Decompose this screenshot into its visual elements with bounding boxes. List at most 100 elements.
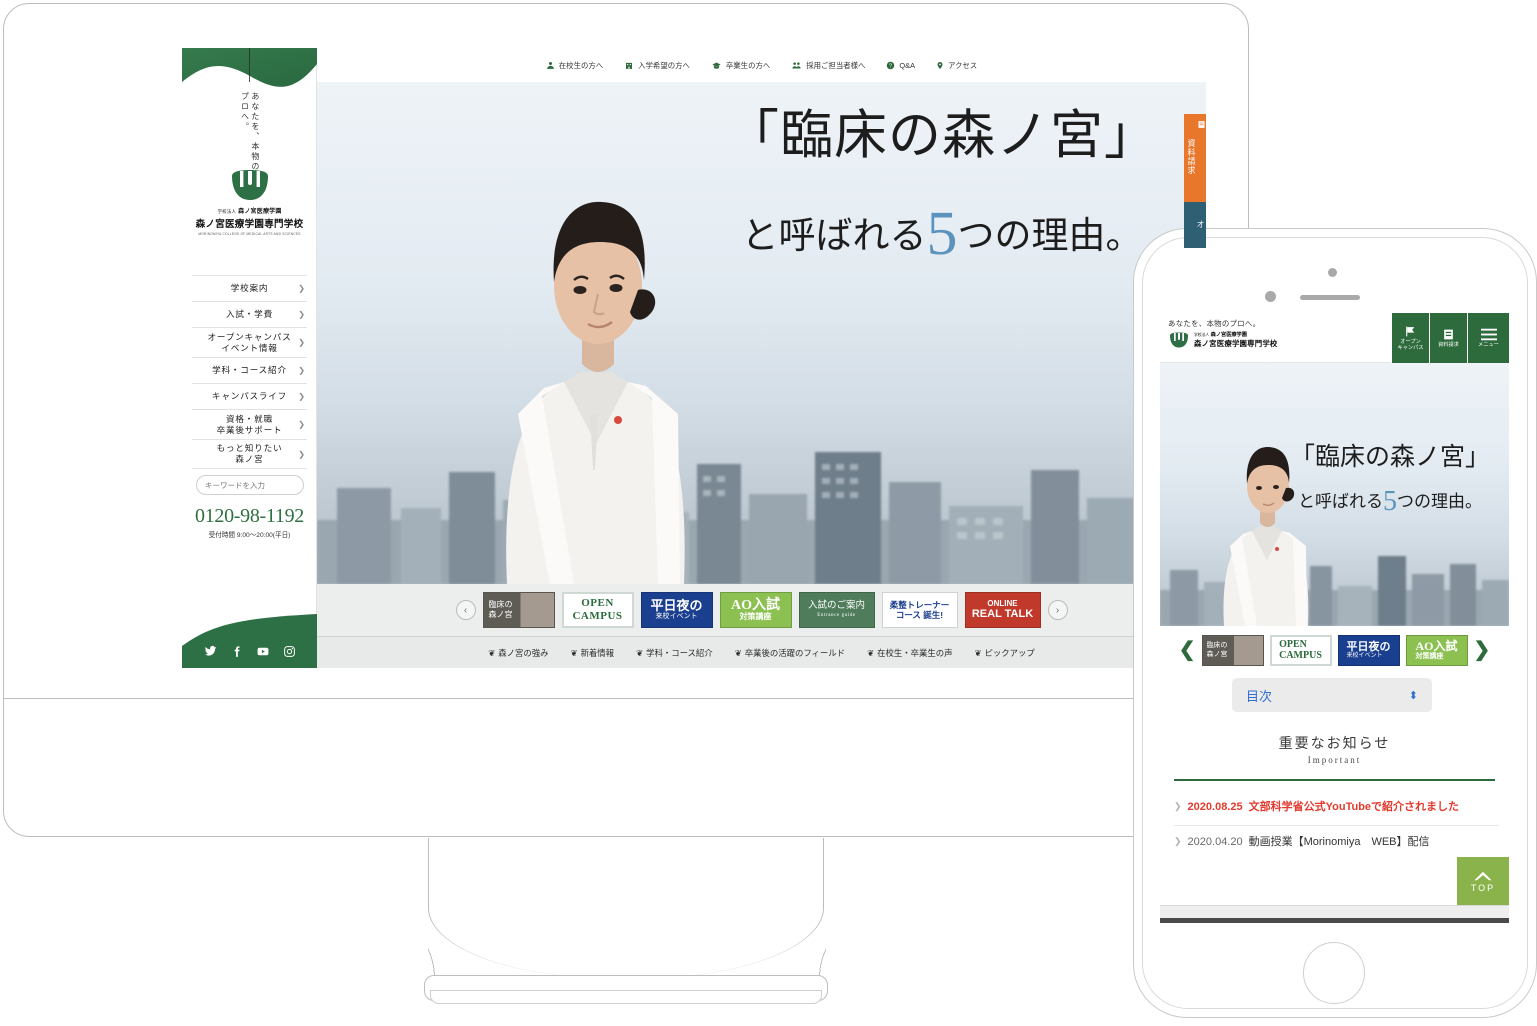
footer-nav-item-career-field[interactable]: ❦ 卒業後の活躍のフィールド	[735, 647, 845, 659]
carousel-next-button[interactable]: ›	[1047, 600, 1068, 620]
sidebar-search[interactable]	[196, 475, 304, 495]
utility-item-qa[interactable]: ? Q&A	[886, 61, 915, 70]
footer-nav-item-courses[interactable]: ❦ 学科・コース紹介	[636, 647, 713, 659]
mobile-top-label: TOP	[1470, 882, 1496, 893]
graduation-cap-icon	[712, 62, 721, 69]
mobile-banner-heijitsu-yoru[interactable]: 平日夜の 来校イベント	[1337, 634, 1400, 666]
mobile-news-text: 動画授業【Morinomiya WEB】配信	[1248, 835, 1430, 848]
mobile-scroll-indicator[interactable]	[1160, 918, 1509, 923]
sidebar-social-links	[182, 645, 317, 658]
footer-nav-item-news[interactable]: ❦ 新着情報	[571, 647, 615, 659]
banner-line2: コース 誕生!	[895, 610, 944, 620]
instagram-icon[interactable]	[283, 645, 296, 658]
chevron-right-icon: ❯	[298, 449, 305, 459]
telephone-number[interactable]: 0120-98-1192	[182, 505, 317, 528]
banner-open-campus[interactable]: OPEN CAMPUS	[561, 592, 634, 628]
footer-nav-label: 新着情報	[580, 648, 615, 658]
mobile-important-divider	[1174, 779, 1495, 781]
carousel-prev-button[interactable]: ‹	[455, 600, 476, 620]
mobile-banner-line2: 来校イベント	[1346, 652, 1383, 659]
sidebar-item-school-guide[interactable]: 学校案内 ❯	[192, 275, 307, 301]
mobile-logo-row: 学校法人 森ノ宮医療学園 森ノ宮医療学園専門学校	[1168, 331, 1391, 349]
telephone-hours: 受付時間 9:00〜20:00(平日)	[208, 532, 291, 539]
logo-english-name: MORINOMIYA COLLEGE OF MEDICAL ARTS AND S…	[198, 232, 301, 236]
banner-rinsho[interactable]: 臨床の 森ノ宮	[482, 592, 555, 628]
mobile-button-label: メニュー	[1478, 341, 1499, 348]
footer-nav-label: ピックアップ	[984, 648, 1035, 658]
mobile-banner-line1: AO入試	[1415, 638, 1458, 653]
mobile-brand[interactable]: あなたを、本物のプロへ。 学校法人 森ノ宮医療学園 森ノ宮医療学園専門学校	[1160, 313, 1391, 362]
desktop-sidebar: あなたを、本物のプロへ。 学校法人 森ノ宮医療学園 森ノ宮医療学園専門学校 MO…	[182, 48, 317, 668]
side-tab-open-campus[interactable]: オ	[1184, 202, 1206, 248]
chevron-right-icon: ❯	[298, 392, 305, 401]
sidebar-item-courses[interactable]: 学科・コース紹介 ❯	[192, 357, 307, 383]
mobile-banner-line2: 森ノ宮	[1206, 650, 1228, 658]
sidebar-item-career-support[interactable]: 資格・就職 卒業後サポート ❯	[192, 409, 307, 439]
footer-nav-item-voices[interactable]: ❦ 在校生・卒業生の声	[867, 647, 952, 659]
sidebar-item-campus-life[interactable]: キャンパスライフ ❯	[192, 383, 307, 409]
mobile-news-date: 2020.08.25	[1187, 801, 1243, 813]
footer-nav-item-pickup[interactable]: ❦ ピックアップ	[974, 647, 1034, 659]
mobile-back-to-top-button[interactable]: TOP	[1457, 857, 1509, 905]
mobile-hero-copy: 「臨床の森ノ宮」 と呼ばれる5つの理由。	[1280, 445, 1500, 516]
mobile-toc-select[interactable]: 目次 ⬍	[1232, 678, 1432, 712]
leaf-icon: ❦	[867, 648, 875, 658]
banner-line1: 臨床の	[488, 599, 513, 609]
sidebar-item-more-about[interactable]: もっと知りたい 森ノ宮 ❯	[192, 439, 307, 469]
utility-item-current-students[interactable]: 在校生の方へ	[546, 60, 603, 71]
mobile-hero-headline: 「臨床の森ノ宮」	[1289, 444, 1490, 471]
banner-line2: Entrance guide	[817, 612, 856, 618]
mobile-news-item[interactable]: ❯ 2020.08.25 文部科学省公式YouTubeで紹介されました	[1174, 791, 1499, 825]
mobile-corp-prefix: 学校法人	[1194, 333, 1210, 337]
banner-line1: AO入試	[731, 597, 780, 613]
banner-juusei-trainer[interactable]: 柔整トレーナー コース 誕生!	[881, 592, 958, 628]
mobile-carousel-prev-button[interactable]: ❮	[1179, 640, 1196, 660]
utility-item-label: 入学希望の方へ	[638, 60, 690, 70]
utility-item-recruiters[interactable]: 採用ご担当者様へ	[791, 60, 865, 71]
side-tab-request-materials[interactable]: 資料請求	[1184, 114, 1206, 202]
utility-item-alumni[interactable]: 卒業生の方へ	[711, 60, 770, 71]
mobile-banner-open-campus[interactable]: OPEN CAMPUS	[1269, 634, 1332, 666]
banner-heijitsu-yoru[interactable]: 平日夜の 来校イベント	[640, 592, 713, 628]
youtube-icon[interactable]	[256, 645, 270, 658]
mobile-menu-button[interactable]: メニュー	[1467, 313, 1509, 363]
chevron-right-icon: ❯	[298, 420, 305, 429]
mobile-news-item[interactable]: ❯ 2020.04.20 動画授業【Morinomiya WEB】配信	[1174, 824, 1499, 860]
mobile-banner-line2: 対策講座	[1415, 651, 1444, 660]
twitter-icon[interactable]	[204, 645, 217, 658]
mobile-carousel-next-button[interactable]: ❯	[1474, 640, 1491, 660]
sidebar-item-open-campus[interactable]: オープンキャンパス イベント情報 ❯	[192, 327, 307, 357]
mobile-banner-ao-nyushi[interactable]: AO入試 対策講座	[1405, 634, 1468, 666]
hero-sub-after: つの理由。	[957, 216, 1143, 257]
mobile-banner-rinsho[interactable]: 臨床の 森ノ宮	[1201, 634, 1264, 666]
mobile-important-heading: 重要なお知らせ Important	[1160, 733, 1509, 765]
sidebar-item-admissions[interactable]: 入試・学費 ❯	[192, 301, 307, 327]
sidebar-item-label: 資格・就職 卒業後サポート	[216, 413, 283, 435]
iphone-home-button[interactable]	[1303, 942, 1365, 1004]
mobile-button-label: 資料請求	[1438, 341, 1459, 348]
chevron-updown-icon: ⬍	[1408, 689, 1418, 702]
question-circle-icon: ?	[887, 61, 895, 69]
banner-online-real-talk[interactable]: ONLINE REAL TALK	[964, 592, 1041, 628]
search-input[interactable]	[205, 480, 298, 490]
mobile-open-campus-button[interactable]: オープン キャンパス	[1391, 313, 1429, 363]
mobile-banner-line2: CAMPUS	[1279, 650, 1322, 661]
sidebar-item-label: もっと知りたい 森ノ宮	[216, 443, 283, 464]
mobile-request-materials-button[interactable]: 資料請求	[1429, 313, 1467, 363]
hero-banner: 「臨床の森ノ宮」 と呼ばれる5つの理由。	[317, 82, 1206, 584]
morinomiya-logo-icon	[1170, 332, 1188, 347]
chevron-right-icon: ❯	[298, 284, 305, 293]
utility-item-access[interactable]: アクセス	[936, 60, 977, 71]
logo-corp-name: 森ノ宮医療学園	[238, 209, 282, 215]
sidebar-logo[interactable]: 学校法人 森ノ宮医療学園 森ノ宮医療学園専門学校 MORINOMIYA COLL…	[182, 170, 317, 236]
hero-subheadline: と呼ばれる5つの理由。	[702, 203, 1182, 265]
utility-item-prospective-students[interactable]: 入学希望の方へ	[624, 60, 690, 71]
banner-carousel: ‹ 臨床の 森ノ宮 OPEN CAMPUS 平日夜の 来校イベント AO入試 対…	[317, 584, 1206, 636]
banner-ao-nyushi[interactable]: AO入試 対策講座	[719, 592, 792, 628]
facebook-icon[interactable]	[230, 645, 243, 658]
leaf-icon: ❦	[636, 648, 644, 658]
sidebar-item-label: 学科・コース紹介	[212, 365, 287, 376]
footer-nav-item-strengths[interactable]: ❦ 森ノ宮の強み	[488, 647, 548, 659]
sidebar-tagline: あなたを、本物のプロへ。	[182, 92, 317, 172]
banner-entrance-guide[interactable]: 入試のご案内 Entrance guide	[798, 592, 875, 628]
